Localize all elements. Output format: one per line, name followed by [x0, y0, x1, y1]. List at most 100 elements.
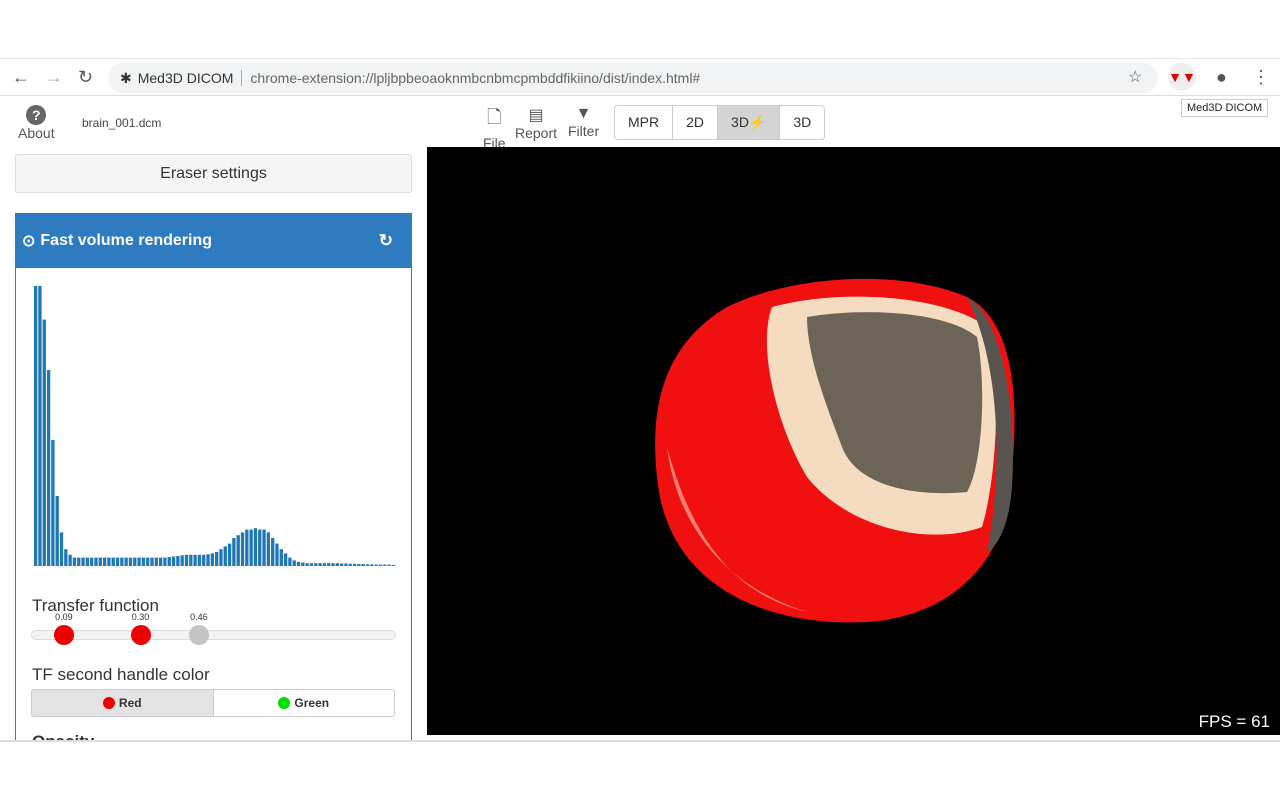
- handle-value: 0.09: [55, 612, 73, 622]
- histogram-bar: [120, 557, 124, 566]
- green-dot-icon: [278, 697, 291, 709]
- profile-icon[interactable]: ●: [1216, 67, 1227, 88]
- bottom-divider: [0, 740, 1280, 742]
- histogram-bar: [94, 557, 98, 566]
- histogram-bar: [327, 563, 331, 566]
- histogram-bar: [38, 286, 42, 566]
- color-option-red[interactable]: Red: [32, 690, 214, 716]
- histogram-bar: [193, 554, 197, 566]
- fps-counter: FPS = 61: [1198, 712, 1270, 731]
- histogram-bar: [279, 549, 283, 566]
- histogram-bar: [352, 563, 357, 566]
- histogram-bar: [146, 557, 150, 566]
- tf-color-label: TF second handle color: [32, 665, 210, 684]
- extension-icon: ✱: [120, 69, 132, 86]
- histogram-bar: [128, 557, 133, 566]
- histogram-bar: [115, 557, 120, 566]
- histogram-bar: [258, 529, 262, 566]
- histogram-bar: [383, 564, 387, 566]
- mode-3d[interactable]: 3D: [780, 106, 824, 139]
- mode-mpr[interactable]: MPR: [615, 106, 674, 139]
- back-icon[interactable]: ←: [12, 67, 30, 88]
- forward-icon[interactable]: →: [45, 67, 63, 88]
- histogram-bar: [163, 557, 167, 566]
- mode-2d[interactable]: 2D: [673, 106, 719, 139]
- histogram-bar: [240, 532, 245, 566]
- newspaper-icon: ▤: [528, 107, 544, 124]
- histogram-bar: [34, 286, 38, 566]
- histogram-bar: [344, 563, 348, 566]
- histogram-bar: [72, 557, 77, 566]
- color-option-green[interactable]: Green: [214, 690, 395, 716]
- histogram-bar: [68, 554, 72, 566]
- histogram-bar: [223, 546, 227, 566]
- histogram-bar: [51, 440, 55, 566]
- address-bar[interactable]: ✱ Med3D DICOM chrome-extension://lpljbpb…: [108, 63, 1158, 93]
- histogram-bar: [215, 552, 219, 566]
- file-icon: 🗋: [487, 107, 502, 127]
- menu-icon[interactable]: ⋮: [1252, 67, 1270, 88]
- histogram-bar: [46, 370, 51, 566]
- histogram-bar: [90, 557, 94, 566]
- histogram-bar: [314, 563, 318, 566]
- about-button[interactable]: ? About: [18, 105, 55, 141]
- histogram-bar: [391, 564, 395, 566]
- histogram-bar: [180, 555, 184, 566]
- histogram: [34, 286, 395, 566]
- histogram-bar: [77, 557, 81, 566]
- file-button[interactable]: 🗋 File: [483, 105, 506, 151]
- histogram-bar: [348, 563, 352, 566]
- histogram-bar: [154, 557, 158, 566]
- app-toolbar: ? About brain_001.dcm 🗋 File ▤ Report ▼ Fil…: [0, 97, 1280, 151]
- histogram-bar: [288, 557, 292, 566]
- med3d-extension-icon[interactable]: ▼▼: [1168, 63, 1196, 91]
- filter-icon: ▼: [575, 105, 592, 122]
- histogram-bar: [245, 529, 249, 566]
- histogram-bar: [283, 553, 288, 566]
- histogram-bar: [305, 563, 309, 566]
- red-label: Red: [118, 696, 142, 710]
- histogram-bar: [107, 557, 111, 566]
- histogram-bar: [124, 557, 128, 566]
- sidebar: Eraser settings ⊙ Fast volume rendering …: [0, 147, 427, 740]
- histogram-bar: [357, 564, 361, 566]
- eraser-settings-button[interactable]: Eraser settings: [15, 154, 412, 193]
- brain-volume-render: [655, 278, 1015, 623]
- histogram-bar: [232, 538, 236, 566]
- mode-3d-fast[interactable]: 3D⚡: [718, 106, 781, 139]
- filename: brain_001.dcm: [82, 116, 162, 130]
- histogram-bar: [219, 549, 223, 566]
- reload-icon[interactable]: ↻: [78, 67, 93, 88]
- tf-handle[interactable]: [130, 625, 151, 645]
- radio-circle-icon: ⊙: [22, 233, 36, 250]
- histogram-bar: [301, 562, 305, 566]
- histogram-bar: [266, 532, 271, 566]
- histogram-bar: [206, 554, 210, 566]
- tf-handle[interactable]: [188, 625, 209, 645]
- histogram-bar: [378, 564, 383, 566]
- bookmark-star-icon[interactable]: ☆: [1128, 67, 1142, 87]
- histogram-bar: [370, 564, 374, 566]
- histogram-bar: [98, 557, 102, 566]
- opacity-label: Opacity: [32, 732, 94, 740]
- histogram-bar: [271, 538, 275, 566]
- 3d-viewport[interactable]: FPS = 61: [427, 147, 1280, 735]
- report-button[interactable]: ▤ Report: [515, 105, 557, 141]
- refresh-icon[interactable]: ↻: [379, 231, 393, 251]
- histogram-bar: [81, 557, 85, 566]
- panel-header[interactable]: ⊙ Fast volume rendering ↻: [16, 214, 411, 268]
- histogram-bar: [249, 529, 253, 566]
- histogram-bar: [111, 557, 115, 566]
- site-name: Med3D DICOM: [138, 70, 243, 86]
- histogram-bar: [361, 564, 365, 566]
- histogram-bar: [102, 557, 107, 566]
- help-icon: ?: [26, 105, 47, 125]
- histogram-bar: [387, 564, 391, 566]
- transfer-function-slider[interactable]: [31, 630, 396, 640]
- histogram-bar: [296, 561, 301, 566]
- tf-handle[interactable]: [53, 625, 74, 645]
- filter-button[interactable]: ▼ Filter: [568, 105, 599, 139]
- color-toggle-group: Red Green: [31, 689, 395, 717]
- red-dot-icon: [102, 697, 115, 709]
- url-text: chrome-extension://lpljbpbeoaoknmbcnbmcp…: [250, 70, 701, 86]
